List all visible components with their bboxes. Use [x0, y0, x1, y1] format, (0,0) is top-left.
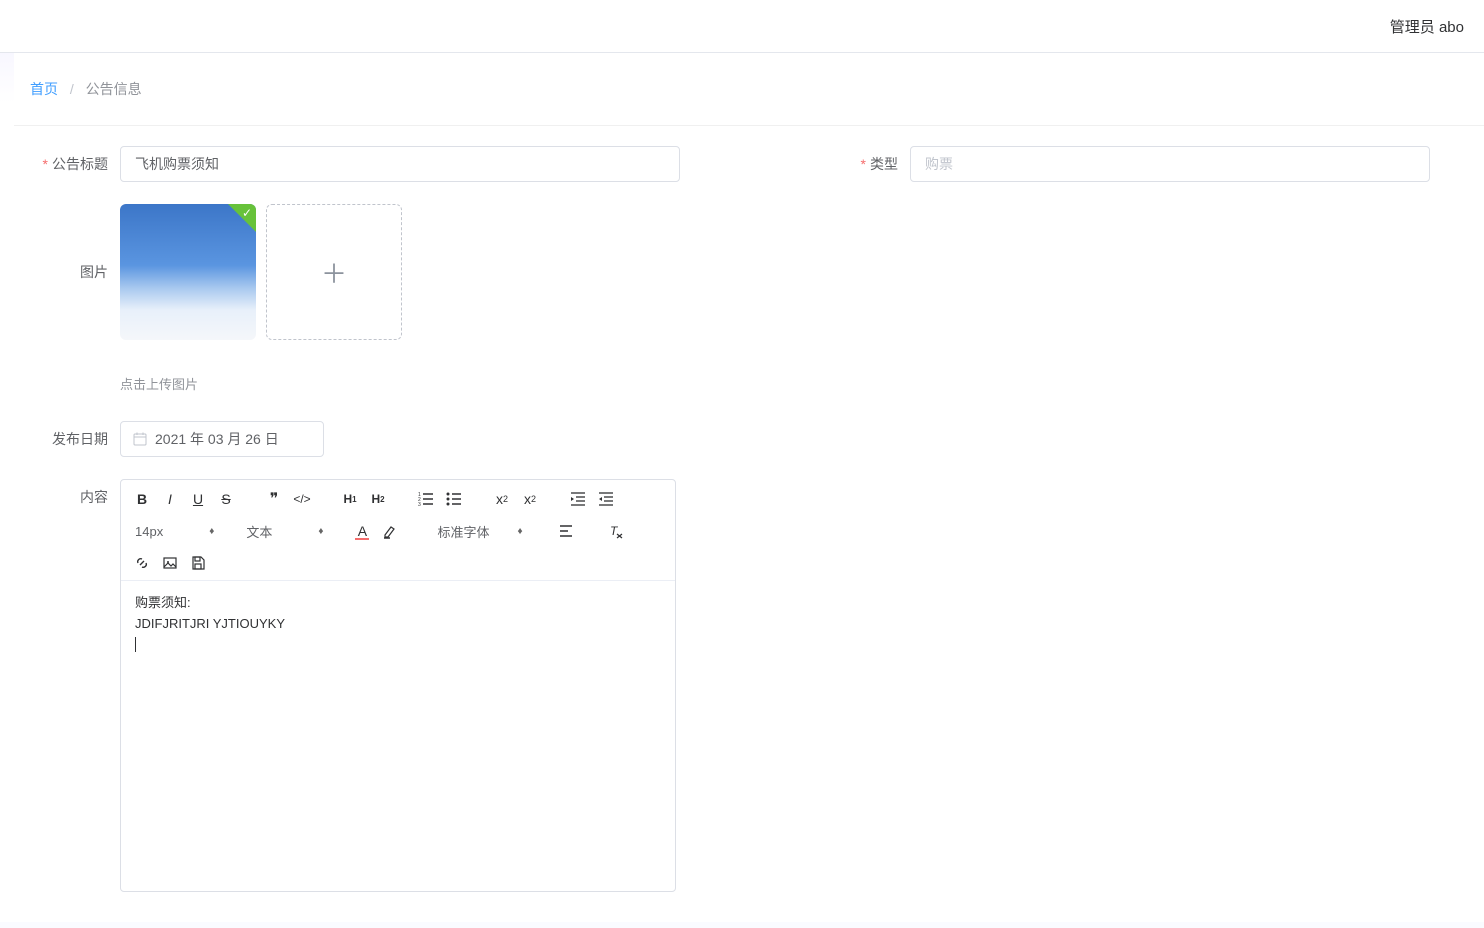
- date-value: 2021 年 03 月 26 日: [155, 429, 279, 449]
- row-image: 图片 ✓ ＋: [30, 204, 1468, 340]
- rich-text-editor: B I U S ❞ </> H1 H2 123: [120, 479, 676, 892]
- fontfamily-select[interactable]: 标准字体 ♦: [433, 522, 526, 541]
- superscript-button[interactable]: x2: [519, 488, 541, 510]
- form-area: *公告标题 *类型 购票 图片 ✓ ＋: [14, 126, 1484, 922]
- plus-icon: ＋: [321, 254, 347, 291]
- outdent-button[interactable]: [567, 488, 589, 510]
- row-title-type: *公告标题 *类型 购票: [30, 146, 1468, 182]
- breadcrumb: 首页 / 公告信息: [14, 53, 1484, 126]
- calendar-icon: [133, 432, 147, 446]
- top-header: 管理员 abo: [0, 0, 1484, 53]
- check-icon: ✓: [242, 206, 252, 220]
- svg-text:3: 3: [418, 502, 421, 507]
- uploaded-thumbnail[interactable]: ✓: [120, 204, 256, 340]
- code-button[interactable]: </>: [291, 488, 313, 510]
- row-date: 发布日期 2021 年 03 月 26 日: [30, 421, 1468, 457]
- type-select[interactable]: 购票: [910, 146, 1430, 182]
- label-title: *公告标题: [30, 146, 120, 182]
- required-asterisk: *: [43, 156, 48, 172]
- label-type: *类型: [820, 146, 910, 182]
- paragraph-select[interactable]: 文本 ♦: [242, 522, 327, 541]
- user-label[interactable]: 管理员 abo: [1390, 16, 1464, 37]
- image-button[interactable]: [159, 552, 181, 574]
- label-date: 发布日期: [30, 421, 120, 457]
- paragraph-value: 文本: [246, 522, 272, 541]
- title-input[interactable]: [120, 146, 680, 182]
- upload-button[interactable]: ＋: [266, 204, 402, 340]
- strikethrough-button[interactable]: S: [215, 488, 237, 510]
- editor-line2: JDIFJRITJRI YJTIOUYKY: [135, 614, 661, 635]
- breadcrumb-current: 公告信息: [86, 81, 142, 97]
- h2-button[interactable]: H2: [367, 488, 389, 510]
- italic-button[interactable]: I: [159, 488, 181, 510]
- subscript-button[interactable]: x2: [491, 488, 513, 510]
- bold-button[interactable]: B: [131, 488, 153, 510]
- chevron-updown-icon: ♦: [318, 526, 323, 537]
- content-wrap: 首页 / 公告信息 *公告标题 *类型 购票 图片: [0, 53, 1484, 922]
- indent-button[interactable]: [595, 488, 617, 510]
- save-button[interactable]: [187, 552, 209, 574]
- group-title: *公告标题: [30, 146, 680, 182]
- text-color-button[interactable]: A: [351, 520, 373, 542]
- breadcrumb-separator: /: [70, 81, 74, 97]
- label-content: 内容: [30, 479, 120, 515]
- image-hint: 点击上传图片: [120, 374, 1468, 393]
- editor-line1: 购票须知:: [135, 593, 661, 614]
- date-input[interactable]: 2021 年 03 月 26 日: [120, 421, 324, 457]
- required-asterisk: *: [861, 156, 866, 172]
- label-image: 图片: [30, 204, 120, 340]
- row-content: 内容 B I U S ❞ </> H1 H2 123: [30, 479, 1468, 892]
- highlight-button[interactable]: [379, 520, 401, 542]
- label-type-text: 类型: [870, 156, 898, 172]
- h1-button[interactable]: H1: [339, 488, 361, 510]
- unordered-list-button[interactable]: [443, 488, 465, 510]
- editor-toolbar: B I U S ❞ </> H1 H2 123: [121, 480, 675, 581]
- text-cursor: [135, 637, 136, 652]
- ordered-list-button[interactable]: 123: [415, 488, 437, 510]
- chevron-updown-icon: ♦: [209, 526, 214, 537]
- label-title-text: 公告标题: [52, 156, 108, 172]
- fontsize-select[interactable]: 14px ♦: [131, 524, 218, 539]
- type-select-value: 购票: [925, 154, 953, 174]
- fontfamily-value: 标准字体: [437, 522, 489, 541]
- svg-text:T: T: [610, 524, 619, 538]
- align-button[interactable]: [555, 520, 577, 542]
- underline-button[interactable]: U: [187, 488, 209, 510]
- quote-button[interactable]: ❞: [263, 488, 285, 510]
- group-type: *类型 购票: [820, 146, 1430, 182]
- fontsize-value: 14px: [135, 524, 163, 539]
- breadcrumb-home[interactable]: 首页: [30, 81, 58, 97]
- image-container: ✓ ＋: [120, 204, 402, 340]
- chevron-updown-icon: ♦: [517, 526, 522, 537]
- editor-body[interactable]: 购票须知: JDIFJRITJRI YJTIOUYKY: [121, 581, 675, 891]
- link-button[interactable]: [131, 552, 153, 574]
- clear-format-button[interactable]: T: [605, 520, 627, 542]
